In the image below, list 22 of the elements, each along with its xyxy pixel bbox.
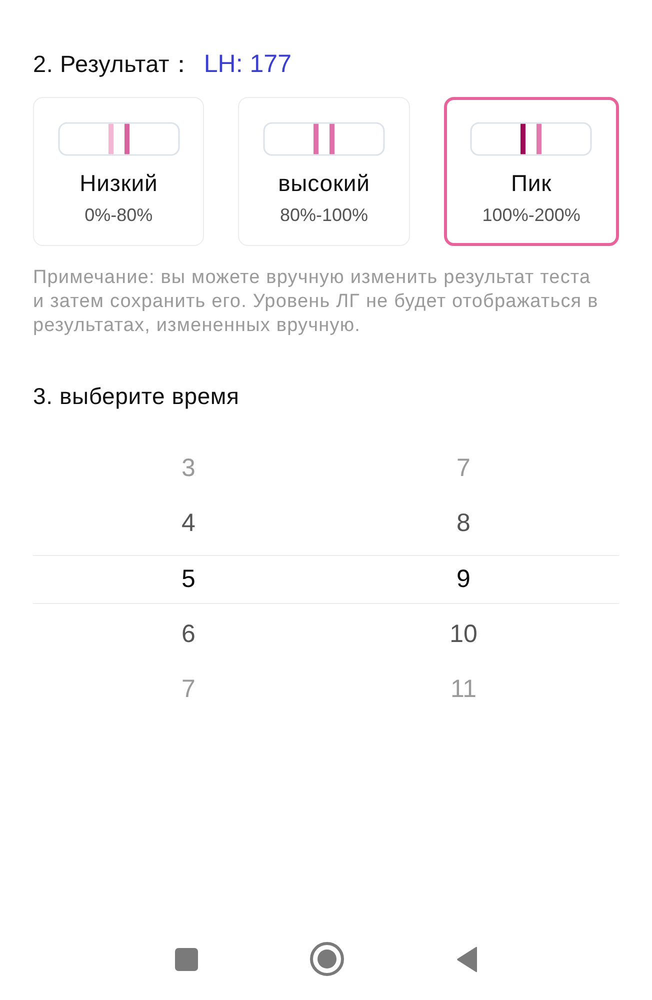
picker-item[interactable]: 6 — [174, 606, 204, 662]
level-name: Низкий — [80, 170, 158, 196]
level-range: 100%-200% — [482, 204, 580, 224]
picker-item[interactable]: 4 — [174, 496, 204, 552]
home-icon[interactable] — [310, 942, 344, 976]
level-range: 0%-80% — [84, 205, 153, 225]
level-card[interactable]: Пик 100%-200% — [444, 97, 619, 246]
picker-item[interactable]: 9 — [448, 552, 478, 607]
note-text: Примечание: вы можете вручную изменить результат теста и затем сохранить его. Уровень ЛГ не будет отображаться в результатах, измененных вручную. — [33, 266, 600, 338]
level-name: Пик — [510, 170, 552, 196]
result-label: 2. Результат： — [33, 50, 194, 79]
level-name: высокий — [278, 170, 370, 196]
level-card[interactable]: высокий 80%-100% — [238, 97, 410, 246]
level-card[interactable]: Низкий 0%-80% — [33, 97, 204, 246]
lh-value: LH: 177 — [204, 49, 292, 79]
picker-item[interactable]: 5 — [174, 552, 204, 607]
picker-item[interactable]: 8 — [448, 496, 478, 552]
section-title: 3. выберите время — [33, 383, 240, 409]
picker-item[interactable]: 10 — [442, 606, 486, 662]
level-range: 80%-100% — [280, 205, 368, 225]
recents-icon[interactable] — [174, 948, 198, 970]
back-icon[interactable] — [456, 946, 478, 972]
